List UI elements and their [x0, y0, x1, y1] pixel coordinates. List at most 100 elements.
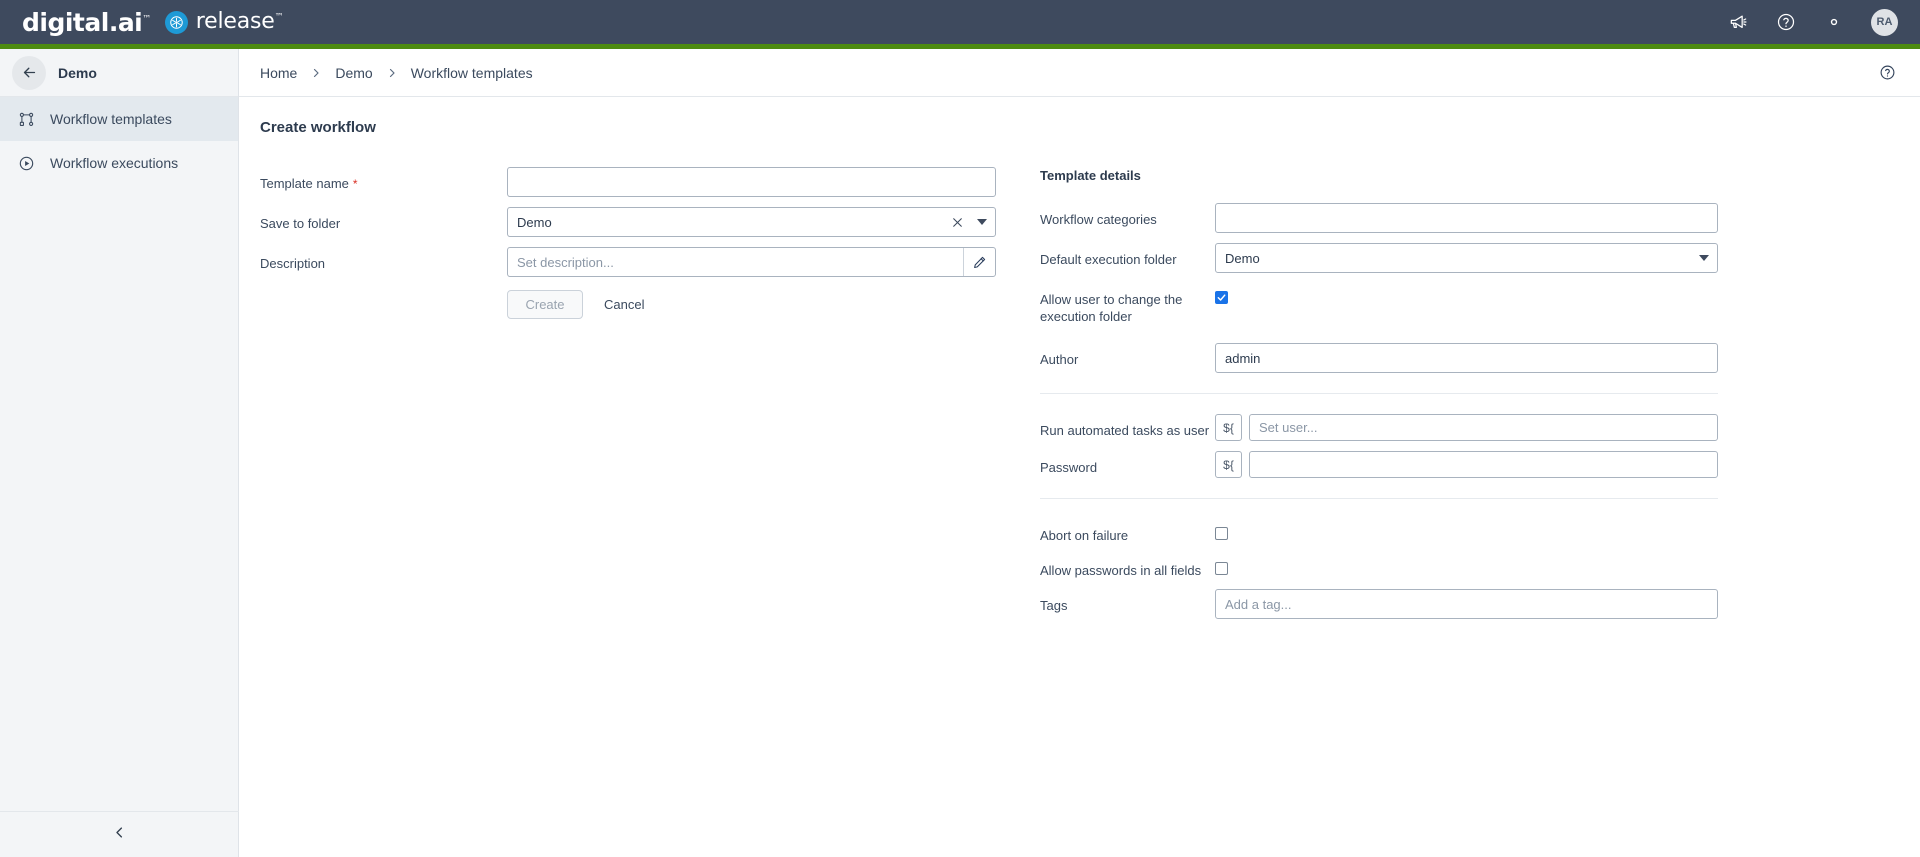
top-app-bar: digital.ai™ release™ RA — [0, 0, 1920, 44]
actions-spacer — [260, 287, 507, 295]
page-title: Create workflow — [260, 119, 376, 136]
author-label: Author — [1040, 352, 1079, 367]
brand-trademark: ™ — [142, 14, 151, 25]
allow-change-folder-checkbox[interactable] — [1215, 291, 1228, 304]
form-actions-row: Create Cancel — [260, 287, 996, 319]
field-description: Description — [260, 247, 996, 277]
edit-pencil-icon[interactable] — [963, 248, 995, 276]
allow-change-folder-label: Allow user to change the execution folde… — [1040, 292, 1183, 324]
brand-digitalai-text: digital.ai™ — [22, 7, 151, 37]
create-button[interactable]: Create — [507, 290, 583, 319]
chevron-left-icon — [112, 825, 127, 845]
workflow-categories-control — [1215, 203, 1718, 233]
field-author: Author — [1040, 343, 1718, 373]
allow-passwords-control — [1215, 554, 1718, 575]
template-details-title: Template details — [1040, 168, 1141, 183]
sidebar: Demo Workflow templates Workflow executi… — [0, 49, 239, 857]
sidebar-item-label: Workflow executions — [50, 155, 179, 171]
default-execution-folder-select[interactable] — [1215, 243, 1718, 273]
field-workflow-categories: Workflow categories — [1040, 203, 1718, 233]
create-workflow-form: Template name * Save to folder Demo Desc… — [260, 167, 996, 629]
allow-change-folder-control — [1215, 283, 1718, 304]
template-details-panel: Template details Workflow categories Def… — [1040, 167, 1718, 629]
field-abort-on-failure: Abort on failure — [1040, 519, 1718, 544]
author-input[interactable] — [1215, 343, 1718, 373]
run-as-user-control: ${ — [1215, 414, 1718, 441]
variable-prefix-button[interactable]: ${ — [1215, 414, 1242, 441]
section-divider — [1040, 498, 1718, 499]
sidebar-collapse-button[interactable] — [0, 811, 239, 857]
chevron-down-icon[interactable] — [1699, 255, 1709, 261]
save-to-folder-actions — [951, 207, 987, 237]
abort-on-failure-label: Abort on failure — [1040, 528, 1129, 543]
save-to-folder-label: Save to folder — [260, 216, 341, 231]
description-label: Description — [260, 256, 326, 271]
save-to-folder-value[interactable] — [507, 207, 996, 237]
template-name-input[interactable] — [507, 167, 996, 197]
field-run-as-user: Run automated tasks as user ${ — [1040, 414, 1718, 441]
password-input[interactable] — [1249, 451, 1718, 478]
template-name-label-text: Template name — [260, 176, 349, 191]
user-avatar[interactable]: RA — [1871, 8, 1898, 36]
chevron-down-icon[interactable] — [977, 219, 987, 225]
password-label: Password — [1040, 460, 1098, 475]
required-marker: * — [352, 177, 358, 191]
field-tags: Tags — [1040, 589, 1718, 619]
field-save-to-folder: Save to folder — [260, 207, 996, 237]
breadcrumb-item-demo[interactable]: Demo — [335, 65, 372, 81]
description-wrapper — [507, 247, 996, 277]
help-icon[interactable] — [1775, 11, 1797, 33]
password-control: ${ — [1215, 451, 1718, 478]
workflow-nodes-icon — [16, 109, 36, 129]
allow-passwords-checkbox[interactable] — [1215, 562, 1228, 575]
abort-on-failure-checkbox[interactable] — [1215, 527, 1228, 540]
workflow-categories-input[interactable] — [1215, 203, 1718, 233]
description-input[interactable] — [507, 247, 996, 277]
sidebar-item-label: Workflow templates — [50, 111, 172, 127]
allow-passwords-label: Allow passwords in all fields — [1040, 563, 1202, 578]
template-name-label: Template name * — [260, 167, 507, 193]
default-execution-folder-control — [1215, 243, 1718, 273]
field-password: Password ${ — [1040, 451, 1718, 478]
page-help-icon[interactable] — [1879, 64, 1896, 81]
main-content: Create workflow Template name * Save to f… — [239, 97, 1920, 857]
run-as-user-input[interactable] — [1249, 414, 1718, 441]
cancel-button[interactable]: Cancel — [601, 297, 647, 312]
clear-icon[interactable] — [951, 216, 964, 229]
variable-prefix-button[interactable]: ${ — [1215, 451, 1242, 478]
run-as-user-label: Run automated tasks as user — [1040, 423, 1210, 438]
default-execution-folder-value[interactable] — [1215, 243, 1718, 273]
tags-control — [1215, 589, 1718, 619]
default-execution-folder-label: Default execution folder — [1040, 252, 1177, 267]
field-allow-passwords-all-fields: Allow passwords in all fields — [1040, 554, 1718, 579]
brand-logo[interactable]: digital.ai™ release™ — [22, 7, 284, 37]
workflow-categories-label: Workflow categories — [1040, 212, 1157, 227]
abort-on-failure-control — [1215, 519, 1718, 540]
sidebar-item-workflow-templates[interactable]: Workflow templates — [0, 97, 238, 141]
form-actions: Create Cancel — [507, 287, 996, 319]
save-to-folder-select[interactable] — [507, 207, 996, 237]
breadcrumb-item-workflow-templates[interactable]: Workflow templates — [411, 65, 533, 81]
button-row: Create Cancel — [507, 290, 647, 319]
back-arrow-icon[interactable] — [12, 55, 46, 90]
field-template-name: Template name * — [260, 167, 996, 197]
tags-input[interactable] — [1215, 589, 1718, 619]
breadcrumb-item-home[interactable]: Home — [260, 65, 297, 81]
play-circle-icon — [16, 153, 36, 173]
avatar-initials: RA — [1876, 16, 1893, 28]
save-to-folder-control — [507, 207, 996, 237]
template-name-control — [507, 167, 996, 197]
announcements-icon[interactable] — [1727, 11, 1749, 33]
sidebar-header: Demo — [0, 49, 238, 97]
brand-release-text: release™ — [195, 9, 284, 34]
section-divider — [1040, 393, 1718, 394]
release-trademark: ™ — [274, 12, 284, 23]
sidebar-title: Demo — [58, 64, 97, 81]
form-columns: Template name * Save to folder Demo Desc… — [260, 167, 1896, 629]
sidebar-item-workflow-executions[interactable]: Workflow executions — [0, 141, 238, 185]
default-execution-folder-actions — [1699, 243, 1709, 273]
top-bar-actions: RA — [1727, 8, 1898, 36]
description-control — [507, 247, 996, 277]
settings-gear-icon[interactable] — [1823, 11, 1845, 33]
field-default-execution-folder: Default execution folder — [1040, 243, 1718, 273]
